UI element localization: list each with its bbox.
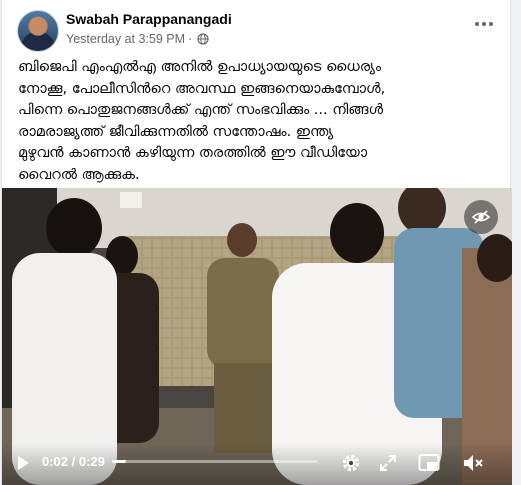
- current-time: 0:02: [42, 454, 69, 469]
- author-avatar[interactable]: [17, 10, 59, 52]
- time-separator: /: [68, 454, 79, 469]
- settings-icon[interactable]: [340, 452, 362, 474]
- hide-eye-icon[interactable]: [464, 200, 498, 234]
- progress-bar[interactable]: [112, 460, 318, 463]
- meta-separator: ·: [188, 32, 193, 46]
- picture-in-picture-icon[interactable]: [418, 453, 440, 473]
- play-icon[interactable]: [15, 455, 31, 471]
- video-frame: [2, 188, 512, 485]
- globe-icon: [197, 33, 209, 45]
- volume-icon[interactable]: [462, 453, 484, 473]
- video-time: 0:02 / 0:29: [42, 454, 105, 469]
- post-timestamp[interactable]: Yesterday at 3:59 PM: [66, 32, 185, 46]
- duration: 0:29: [78, 454, 105, 469]
- post-header: Swabah Parappanangadi Yesterday at 3:59 …: [2, 0, 510, 56]
- video-player[interactable]: 0:02 / 0:29: [2, 188, 512, 485]
- progress-fill: [112, 460, 127, 463]
- post-card: Swabah Parappanangadi Yesterday at 3:59 …: [1, 0, 512, 485]
- post-text: ബിജെപി എംഎൽഎ അനിൽ ഉപാധ്യായയുടെ ധൈര്യം നോ…: [18, 59, 386, 183]
- video-controls: 0:02 / 0:29: [2, 443, 512, 485]
- fullscreen-icon[interactable]: [379, 454, 397, 472]
- more-options-icon[interactable]: [470, 14, 498, 34]
- author-name[interactable]: Swabah Parappanangadi: [66, 11, 232, 27]
- post-meta: Yesterday at 3:59 PM ·: [66, 32, 209, 46]
